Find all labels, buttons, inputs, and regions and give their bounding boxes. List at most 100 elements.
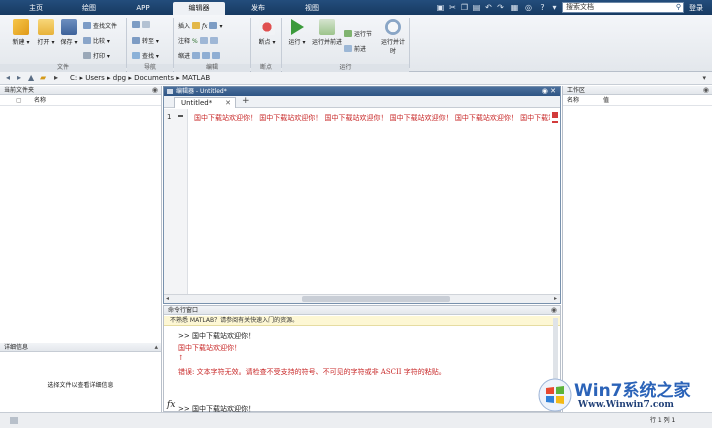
search-input[interactable]: 搜索文档 ⚲ (562, 2, 684, 13)
command-window-header: 命令行窗口 ◉ (164, 306, 560, 315)
arrow-right-icon[interactable]: ▸ (17, 72, 21, 84)
error-message: 错误: 文本字符无效。请检查不受支持的符号、不可见的字符或非 ASCII 字符的… (178, 368, 446, 376)
path-dropdown-icon[interactable]: ▾ (702, 72, 706, 84)
current-folder-header: 当前文件夹 ◉ (0, 86, 161, 95)
path-separator-icon: ▸ (54, 73, 59, 82)
new-tab-icon[interactable]: + (242, 96, 250, 106)
search-placeholder: 搜索文档 (566, 3, 594, 11)
community-icon[interactable]: ◎ (524, 3, 533, 12)
panel-menu-icon[interactable]: ◉ (703, 86, 709, 95)
insert-button[interactable]: 插入 fx ▾ (178, 21, 222, 30)
code-fold-icon (178, 115, 183, 117)
close-icon[interactable]: ◉ ✕ (542, 87, 556, 96)
new-button[interactable]: 新建 ▾ (8, 19, 34, 46)
workspace-value-column[interactable]: 值 (603, 96, 609, 106)
run-button[interactable]: 运行 ▾ (285, 19, 309, 46)
line-number-gutter: 1 (164, 109, 188, 295)
navigate-group-label: 导航 (127, 64, 173, 72)
chevron-up-icon[interactable]: ▴ (154, 343, 158, 352)
code-area[interactable]: 1 国中下载站欢迎你！ 国中下载站欢迎你！ 国中下载站欢迎你！ 国中下载站欢迎你… (164, 109, 560, 295)
code-line[interactable]: 国中下载站欢迎你！ 国中下载站欢迎你！ 国中下载站欢迎你！ 国中下载站欢迎你！ … (194, 113, 550, 123)
goto-button[interactable]: 转至 ▾ (132, 36, 159, 45)
command-window-title: 命令行窗口 (168, 307, 199, 314)
watermark: Win7系统之家 Www.Winwin7.com (534, 372, 710, 422)
run-group-label: 运行 (282, 64, 409, 72)
compare-button[interactable]: 比较 ▾ (83, 36, 110, 45)
watermark-title: Win7系统之家 (574, 381, 691, 401)
name-column-header[interactable]: 名称 (34, 96, 46, 106)
save-icon[interactable]: ▣ (436, 3, 445, 12)
login-link[interactable]: 登录 (689, 3, 703, 13)
breakpoints-button[interactable]: 断点 ▾ (254, 19, 280, 46)
stopwatch-icon (385, 19, 401, 35)
error-marker[interactable] (552, 121, 558, 123)
arrow-right-icon (142, 21, 150, 28)
smart-indent-icon (211, 52, 220, 59)
panel-menu-icon[interactable]: ◉ (152, 86, 158, 95)
disk-icon (61, 19, 77, 35)
tab-publish[interactable]: 发布 (238, 2, 278, 15)
up-folder-icon[interactable]: ▲ (28, 72, 34, 84)
horizontal-scrollbar[interactable]: ◂ ▸ (164, 294, 560, 303)
function-icon (209, 22, 218, 29)
folder-icon (38, 19, 54, 35)
tab-editor[interactable]: 编辑器 (173, 2, 225, 15)
error-indicator-icon[interactable] (552, 112, 558, 118)
save-button[interactable]: 保存 ▾ (58, 19, 80, 46)
print-button[interactable]: 打印 ▾ (83, 51, 110, 60)
current-path[interactable]: C: ▸ Users ▸ dpg ▸ Documents ▸ MATLAB (70, 72, 210, 84)
current-folder-panel: 当前文件夹 ◉ ▢ 名称 详细信息 ▴ 选择文件以查看详细信息 (0, 86, 162, 412)
tab-apps[interactable]: APP (125, 2, 161, 15)
workspace-name-column[interactable]: 名称 (567, 96, 579, 106)
search-icon[interactable]: ⚲ (676, 3, 681, 12)
undo-icon[interactable]: ↶ (484, 3, 493, 12)
tab-untitled[interactable]: Untitled* ✕ (174, 97, 236, 108)
editor-ribbon: 新建 ▾ 打开 ▾ 保存 ▾ 查找文件 比较 ▾ 打印 ▾ 文件 转至 ▾ 查找… (0, 15, 712, 72)
panel-menu-icon[interactable]: ◉ (551, 306, 557, 315)
ribbon-tab-bar: 主页 绘图 APP 编辑器 发布 视图 ▣ ✂ ❐ ▤ ↶ ↷ ▦ ◎ ? ▾ … (0, 0, 712, 15)
new-button-label: 新建 (12, 39, 25, 46)
find-file-button[interactable]: 查找文件 (83, 21, 117, 30)
run-and-time-button[interactable]: 运行并计时 (380, 19, 406, 55)
editor-tab-strip: Untitled* ✕ + (164, 96, 560, 108)
run-advance-button[interactable]: 运行并前进 (312, 19, 342, 46)
scroll-thumb[interactable] (302, 296, 450, 302)
switch-windows-icon[interactable]: ▦ (510, 3, 519, 12)
file-group-label: 文件 (0, 64, 126, 72)
run-label: 运行 (288, 39, 301, 46)
comment-label: 注释 (178, 38, 191, 45)
nav-back-button[interactable] (132, 21, 152, 29)
arrow-left-icon (132, 21, 140, 28)
redo-icon[interactable]: ↷ (496, 3, 505, 12)
chevron-down-icon[interactable]: ▾ (550, 3, 559, 12)
run-advance-icon (319, 19, 335, 35)
scroll-left-icon[interactable]: ◂ (166, 295, 169, 302)
arrow-left-icon[interactable]: ◂ (6, 72, 10, 84)
breakpoints-group-label: 断点 (251, 64, 281, 72)
fx-icon[interactable]: fx (167, 400, 175, 410)
open-button[interactable]: 打开 ▾ (34, 19, 58, 46)
paste-icon[interactable]: ▤ (472, 3, 481, 12)
tab-view[interactable]: 视图 (292, 2, 332, 15)
scroll-right-icon[interactable]: ▸ (554, 295, 557, 302)
advance-button[interactable]: 前进 (344, 44, 366, 53)
close-icon[interactable]: ✕ (225, 98, 231, 108)
current-folder-title: 当前文件夹 (4, 87, 35, 94)
tab-home[interactable]: 主页 (18, 2, 54, 15)
comment-button[interactable]: 注释 % (178, 36, 220, 45)
workspace-title: 工作区 (567, 87, 586, 94)
uncomment-icon (209, 37, 218, 44)
save-button-label: 保存 (60, 39, 73, 46)
find-button[interactable]: 查找 ▾ (132, 51, 159, 60)
indent-button[interactable]: 缩进 (178, 51, 222, 60)
run-section-button[interactable]: 运行节 (344, 29, 372, 38)
tab-plots[interactable]: 绘图 (70, 2, 108, 15)
find-label: 查找 (142, 53, 155, 60)
cut-icon[interactable]: ✂ (448, 3, 457, 12)
browse-folder-icon[interactable]: ▰ (40, 72, 46, 84)
getting-started-notice[interactable]: 不熟悉 MATLAB？请参阅有关快速入门的资源。 (164, 316, 560, 326)
help-icon[interactable]: ? (538, 3, 547, 12)
group-separator (281, 18, 282, 68)
workspace-columns: 名称 值 (563, 96, 712, 106)
copy-icon[interactable]: ❐ (460, 3, 469, 12)
